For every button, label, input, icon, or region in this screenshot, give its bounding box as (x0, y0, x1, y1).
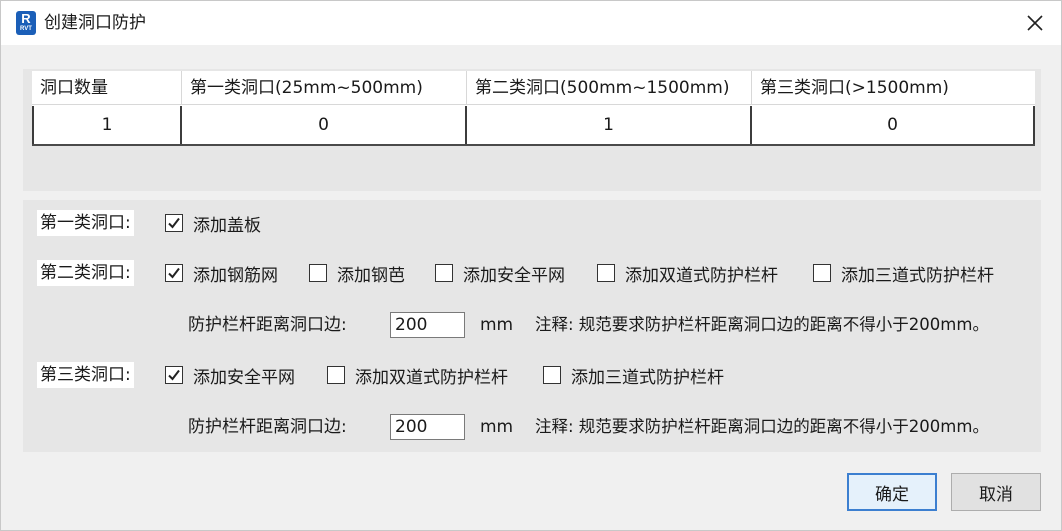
checkbox-box[interactable] (309, 264, 327, 282)
checkbox-class3-triple-railing[interactable]: 添加三道式防护栏杆 (543, 362, 724, 388)
checkbox-class2-double-railing[interactable]: 添加双道式防护栏杆 (597, 260, 778, 286)
table-cell-class2[interactable]: 1 (467, 106, 752, 144)
checkmark-icon (168, 369, 180, 381)
checkbox-class3-safety-net[interactable]: 添加安全平网 (165, 362, 295, 388)
class2-label: 第二类洞口: (37, 260, 134, 286)
checkbox-box[interactable] (543, 366, 561, 384)
checkbox-label: 添加双道式防护栏杆 (355, 367, 508, 388)
checkbox-class1-cover-plate[interactable]: 添加盖板 (165, 210, 261, 236)
checkbox-box[interactable] (165, 366, 183, 384)
checkbox-label: 添加安全平网 (193, 367, 295, 388)
app-icon-letter: R (21, 11, 31, 26)
app-icon-subtext: RVT (20, 26, 32, 32)
column-header-class1[interactable]: 第一类洞口(25mm~500mm) (182, 71, 467, 105)
checkbox-class2-safety-net[interactable]: 添加安全平网 (435, 260, 565, 286)
checkbox-label: 添加三道式防护栏杆 (841, 265, 994, 286)
opening-count-table: 洞口数量 第一类洞口(25mm~500mm) 第二类洞口(500mm~1500m… (32, 71, 1035, 146)
opening-count-panel: 洞口数量 第一类洞口(25mm~500mm) 第二类洞口(500mm~1500m… (23, 69, 1041, 191)
table-cell-count[interactable]: 1 (32, 106, 182, 144)
class3-distance-label: 防护栏杆距离洞口边: (188, 417, 347, 437)
class2-distance-label: 防护栏杆距离洞口边: (188, 315, 347, 335)
class3-unit-label: mm (480, 417, 514, 437)
close-icon (1027, 15, 1043, 31)
ok-button[interactable]: 确定 (847, 473, 937, 511)
table-cell-class1[interactable]: 0 (182, 106, 467, 144)
close-button[interactable] (1017, 8, 1053, 38)
class3-note: 注释: 规范要求防护栏杆距离洞口边的距离不得小于200mm。 (535, 417, 989, 436)
class1-label: 第一类洞口: (37, 210, 134, 236)
revit-app-icon: R RVT (16, 11, 36, 35)
window-title: 创建洞口防护 (44, 13, 146, 33)
checkbox-class2-triple-railing[interactable]: 添加三道式防护栏杆 (813, 260, 994, 286)
checkbox-box[interactable] (327, 366, 345, 384)
column-header-count[interactable]: 洞口数量 (32, 71, 182, 105)
dialog-window: R RVT 创建洞口防护 洞口数量 第一类洞口(25mm~500mm) 第二类洞… (0, 0, 1062, 531)
class2-note: 注释: 规范要求防护栏杆距离洞口边的距离不得小于200mm。 (535, 315, 989, 334)
title-bar: R RVT 创建洞口防护 (1, 1, 1061, 45)
class3-distance-input[interactable]: 200 (390, 414, 465, 440)
checkbox-label: 添加安全平网 (463, 265, 565, 286)
class2-unit-label: mm (480, 315, 514, 335)
checkbox-label: 添加盖板 (193, 215, 261, 236)
checkbox-label: 添加双道式防护栏杆 (625, 265, 778, 286)
checkbox-class2-steel-fence[interactable]: 添加钢芭 (309, 260, 405, 286)
protection-options-panel: 第一类洞口: 添加盖板 第二类洞口: 添加钢筋网 添加钢芭 添加安全平网 添加双… (23, 200, 1041, 452)
checkbox-box[interactable] (165, 214, 183, 232)
table-cell-class3[interactable]: 0 (752, 106, 1035, 144)
checkbox-label: 添加钢筋网 (193, 265, 278, 286)
checkmark-icon (168, 217, 180, 229)
class2-distance-input[interactable]: 200 (390, 312, 465, 338)
column-header-class2[interactable]: 第二类洞口(500mm~1500mm) (467, 71, 752, 105)
checkbox-class2-rebar-mesh[interactable]: 添加钢筋网 (165, 260, 278, 286)
checkbox-label: 添加三道式防护栏杆 (571, 367, 724, 388)
cancel-button[interactable]: 取消 (951, 473, 1041, 511)
checkbox-box[interactable] (813, 264, 831, 282)
checkbox-box[interactable] (165, 264, 183, 282)
checkbox-class3-double-railing[interactable]: 添加双道式防护栏杆 (327, 362, 508, 388)
checkbox-box[interactable] (435, 264, 453, 282)
class3-label: 第三类洞口: (37, 362, 134, 388)
checkmark-icon (168, 267, 180, 279)
column-header-class3[interactable]: 第三类洞口(>1500mm) (752, 71, 1035, 105)
checkbox-box[interactable] (597, 264, 615, 282)
checkbox-label: 添加钢芭 (337, 265, 405, 286)
